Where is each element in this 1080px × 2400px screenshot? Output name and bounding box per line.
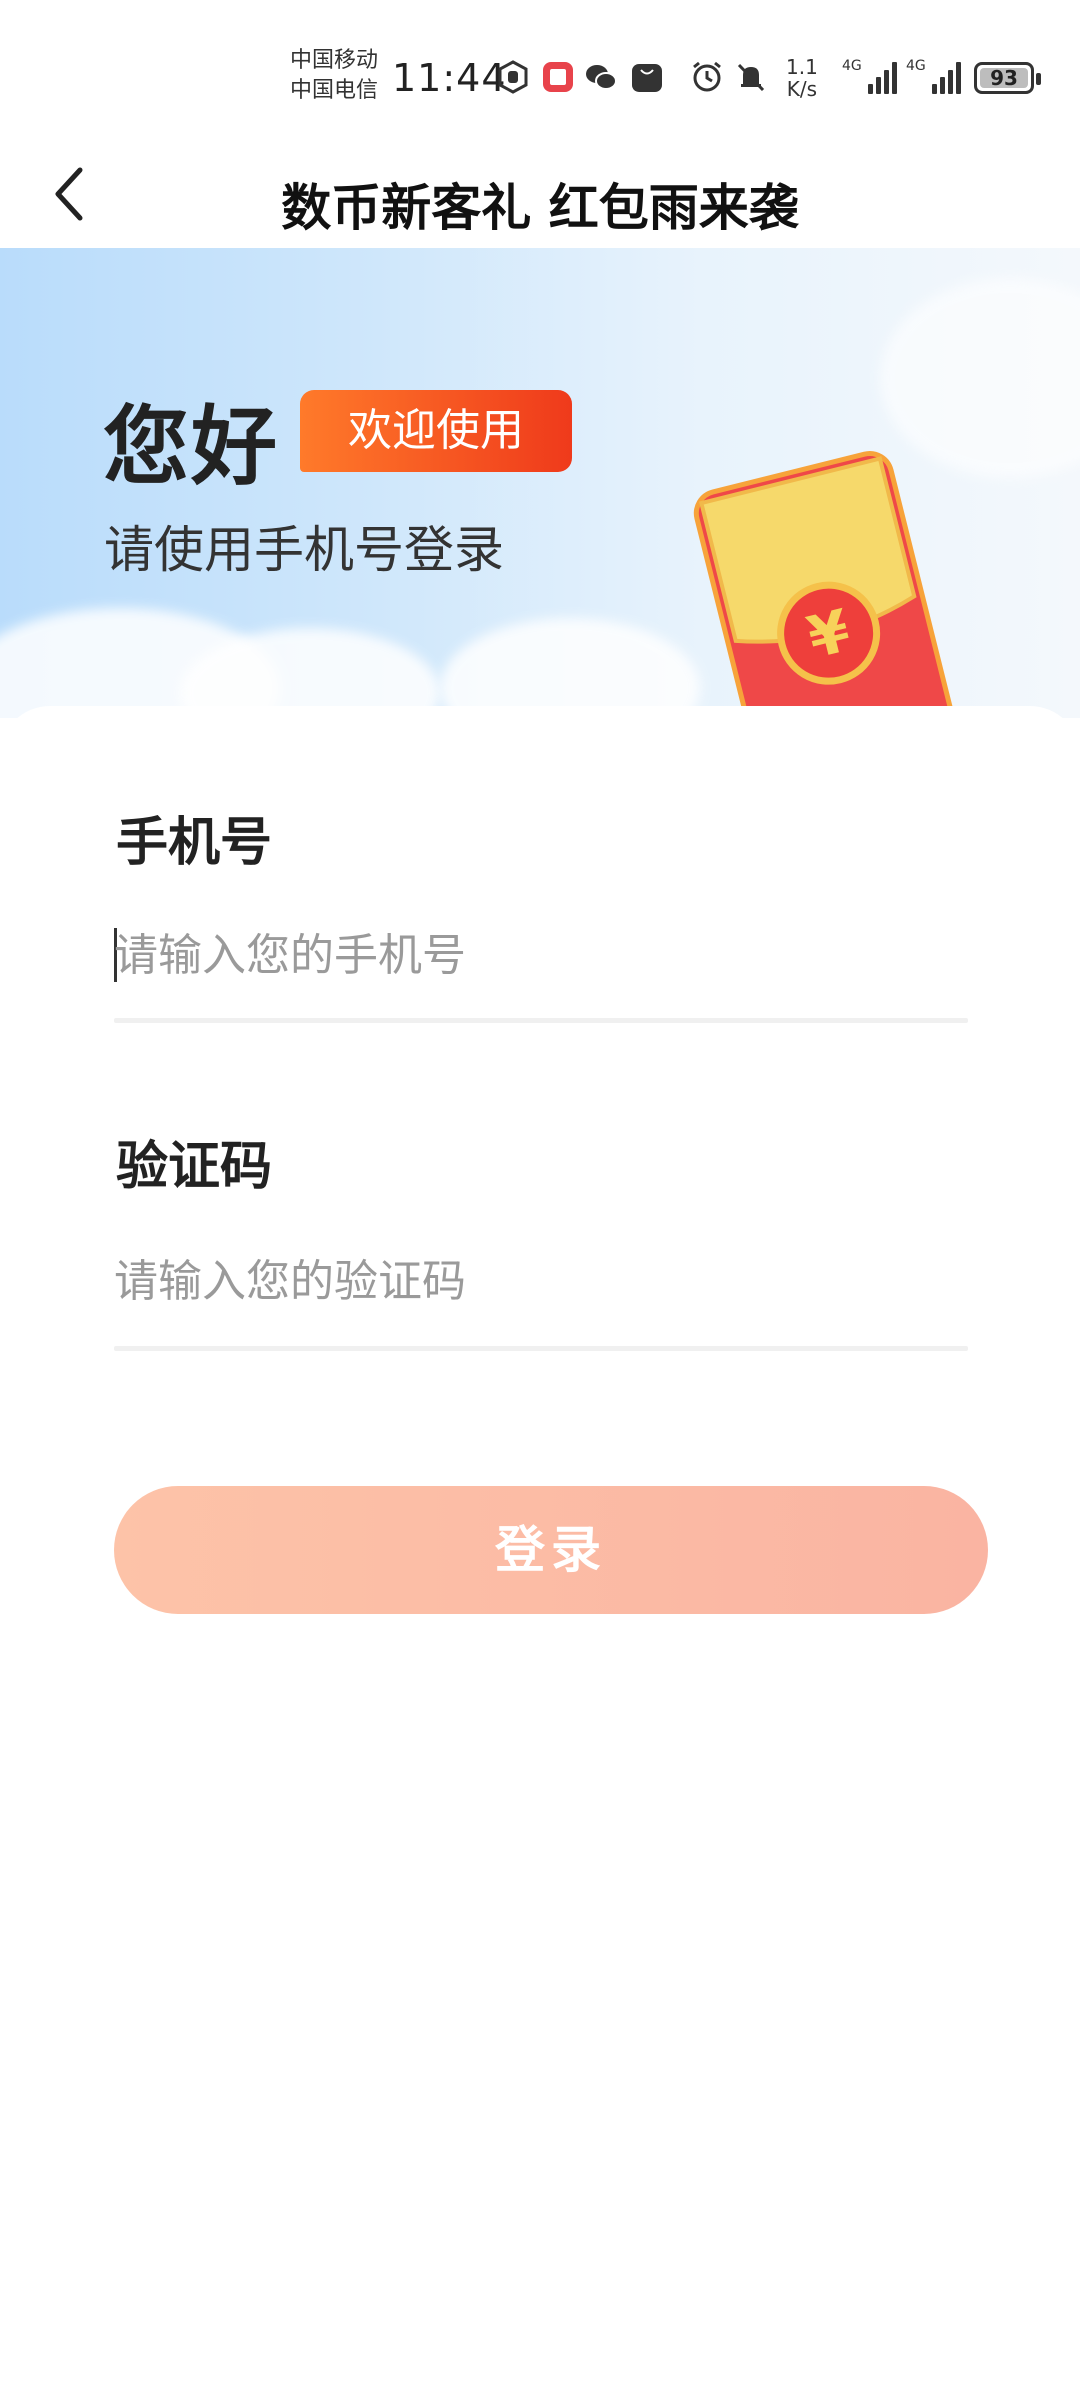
signal-strength-2: 4G — [906, 58, 961, 94]
signal-strength-1: 4G — [842, 58, 897, 94]
mute-icon — [737, 63, 765, 92]
status-bar: 中国移动 中国电信 11:44 1.1 K/s 4G 4G 93 — [0, 0, 1080, 150]
network-speed-unit: K/s — [786, 77, 818, 101]
battery-level: 93 — [990, 66, 1018, 90]
code-label: 验证码 — [116, 1137, 273, 1197]
carrier-info: 中国移动 中国电信 — [290, 46, 378, 106]
book-app-icon — [543, 62, 573, 92]
phone-label: 手机号 — [116, 813, 273, 873]
welcome-banner: 您好 欢迎使用 请使用手机号登录 ¥ — [0, 248, 1080, 718]
network-type-1: 4G — [842, 58, 862, 74]
login-page: 中国移动 中国电信 11:44 1.1 K/s 4G 4G 93 数币新客礼 红… — [0, 0, 1080, 2400]
verification-code-input[interactable] — [114, 1246, 968, 1316]
login-subtitle: 请使用手机号登录 — [104, 521, 504, 579]
login-button[interactable]: 登录 — [114, 1486, 988, 1614]
wechat-icon — [586, 65, 617, 90]
hand-icon — [498, 60, 528, 94]
battery-indicator: 93 — [974, 62, 1041, 94]
greeting: 您好 — [103, 397, 279, 497]
status-time: 11:44 — [392, 56, 507, 100]
network-type-2: 4G — [906, 58, 926, 74]
welcome-badge: 欢迎使用 — [300, 390, 572, 472]
network-speed-value: 1.1 — [786, 55, 818, 79]
red-envelope-illustration: ¥ — [693, 451, 957, 718]
nav-header: 数币新客礼 红包雨来袭 — [0, 150, 1080, 250]
phone-input[interactable] — [114, 920, 968, 990]
page-title: 数币新客礼 红包雨来袭 — [281, 179, 799, 237]
alarm-icon — [693, 61, 721, 92]
network-speed: 1.1 K/s — [786, 56, 818, 100]
code-divider — [114, 1346, 968, 1351]
carrier-1: 中国移动 — [290, 48, 379, 73]
huawei-appgallery-icon — [632, 64, 662, 92]
carrier-2: 中国电信 — [290, 78, 379, 103]
phone-divider — [114, 1018, 968, 1023]
